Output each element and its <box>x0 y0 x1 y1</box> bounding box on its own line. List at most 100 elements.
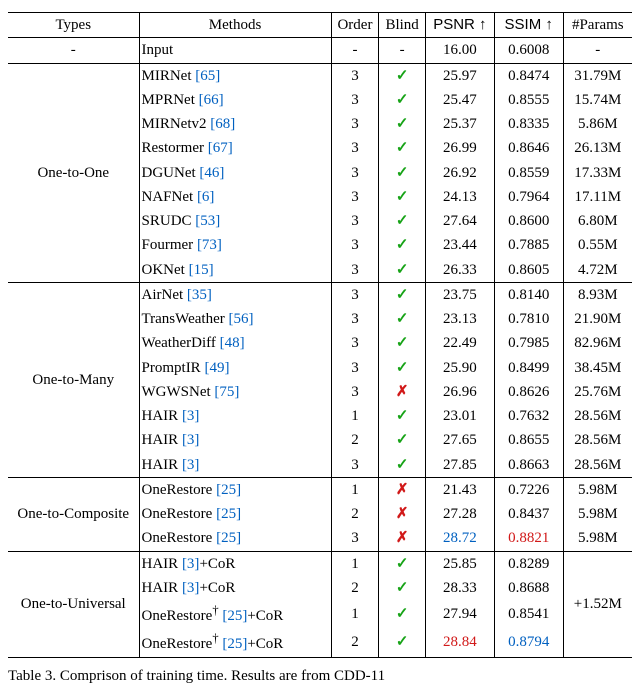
order-cell: 3 <box>331 161 379 185</box>
psnr-cell: 23.75 <box>425 282 494 307</box>
psnr-cell: 27.65 <box>425 428 494 452</box>
check-icon: ✓ <box>396 634 409 650</box>
blind-cell: ✓ <box>379 233 426 257</box>
blind-cell: - <box>379 38 426 63</box>
check-icon: ✓ <box>396 262 409 278</box>
order-cell: 1 <box>331 551 379 576</box>
blind-cell: ✓ <box>379 63 426 88</box>
psnr-cell: 24.13 <box>425 185 494 209</box>
blind-cell: ✓ <box>379 331 426 355</box>
blind-cell: ✓ <box>379 551 426 576</box>
check-icon: ✓ <box>396 335 409 351</box>
blind-cell: ✓ <box>379 600 426 628</box>
params-cell: 5.98M <box>563 477 632 502</box>
type-cell: One-to-One <box>8 63 139 282</box>
check-icon: ✓ <box>396 287 409 303</box>
method-cell: MPRNet [66] <box>139 88 331 112</box>
blind-cell: ✓ <box>379 136 426 160</box>
psnr-cell: 23.13 <box>425 307 494 331</box>
ssim-cell: 0.8600 <box>494 209 563 233</box>
order-cell: 3 <box>331 331 379 355</box>
caption-text: Comprison of training time. Results are … <box>60 668 385 684</box>
psnr-cell: 25.97 <box>425 63 494 88</box>
params-cell: 17.33M <box>563 161 632 185</box>
order-cell: 3 <box>331 63 379 88</box>
order-cell: 3 <box>331 282 379 307</box>
params-cell: 6.80M <box>563 209 632 233</box>
psnr-cell: 25.47 <box>425 88 494 112</box>
params-cell: 4.72M <box>563 258 632 283</box>
method-cell: WGWSNet [75] <box>139 380 331 404</box>
order-cell: 3 <box>331 380 379 404</box>
method-cell: PromptIR [49] <box>139 356 331 380</box>
check-icon: ✓ <box>396 311 409 327</box>
psnr-cell: 28.72 <box>425 526 494 551</box>
params-cell: 17.11M <box>563 185 632 209</box>
order-cell: 3 <box>331 453 379 478</box>
check-icon: ✓ <box>396 237 409 253</box>
method-cell: TransWeather [56] <box>139 307 331 331</box>
ssim-cell: 0.8559 <box>494 161 563 185</box>
type-cell: One-to-Universal <box>8 551 139 657</box>
params-cell: 5.98M <box>563 502 632 526</box>
ssim-cell: 0.8289 <box>494 551 563 576</box>
ssim-cell: 0.8663 <box>494 453 563 478</box>
ssim-cell: 0.8626 <box>494 380 563 404</box>
blind-cell: ✗ <box>379 477 426 502</box>
order-cell: 3 <box>331 307 379 331</box>
blind-cell: ✓ <box>379 185 426 209</box>
caption-label: Table 3. <box>8 668 56 684</box>
psnr-cell: 26.96 <box>425 380 494 404</box>
order-cell: 1 <box>331 404 379 428</box>
blind-cell: ✗ <box>379 502 426 526</box>
col-psnr: PSNR ↑ <box>425 13 494 38</box>
col-blind: Blind <box>379 13 426 38</box>
order-cell: 3 <box>331 526 379 551</box>
method-cell: DGUNet [46] <box>139 161 331 185</box>
results-table: Types Methods Order Blind PSNR ↑ SSIM ↑ … <box>8 12 632 658</box>
params-cell: +1.52M <box>563 551 632 657</box>
params-cell: 15.74M <box>563 88 632 112</box>
check-icon: ✓ <box>396 580 409 596</box>
method-cell: Restormer [67] <box>139 136 331 160</box>
col-methods: Methods <box>139 13 331 38</box>
method-cell: HAIR [3] <box>139 453 331 478</box>
ssim-cell: 0.8794 <box>494 628 563 657</box>
blind-cell: ✓ <box>379 404 426 428</box>
ssim-cell: 0.6008 <box>494 38 563 63</box>
params-cell: 25.76M <box>563 380 632 404</box>
params-cell: - <box>563 38 632 63</box>
check-icon: ✓ <box>396 606 409 622</box>
blind-cell: ✓ <box>379 628 426 657</box>
col-ssim: SSIM ↑ <box>494 13 563 38</box>
order-cell: 3 <box>331 136 379 160</box>
ssim-cell: 0.8688 <box>494 576 563 600</box>
cross-icon: ✗ <box>396 384 409 400</box>
check-icon: ✓ <box>396 92 409 108</box>
psnr-cell: 27.85 <box>425 453 494 478</box>
method-cell: WeatherDiff [48] <box>139 331 331 355</box>
method-cell: HAIR [3]+CoR <box>139 576 331 600</box>
psnr-cell: 25.90 <box>425 356 494 380</box>
blind-cell: ✗ <box>379 380 426 404</box>
check-icon: ✓ <box>396 213 409 229</box>
order-cell: 1 <box>331 477 379 502</box>
params-cell: 28.56M <box>563 453 632 478</box>
psnr-cell: 25.37 <box>425 112 494 136</box>
method-cell: HAIR [3] <box>139 428 331 452</box>
psnr-cell: 23.01 <box>425 404 494 428</box>
psnr-cell: 21.43 <box>425 477 494 502</box>
order-cell: 3 <box>331 356 379 380</box>
method-cell: OneRestore [25] <box>139 477 331 502</box>
blind-cell: ✓ <box>379 258 426 283</box>
ssim-cell: 0.8646 <box>494 136 563 160</box>
params-cell: 5.86M <box>563 112 632 136</box>
order-cell: 2 <box>331 502 379 526</box>
psnr-cell: 26.99 <box>425 136 494 160</box>
ssim-cell: 0.8437 <box>494 502 563 526</box>
blind-cell: ✓ <box>379 112 426 136</box>
params-cell: 31.79M <box>563 63 632 88</box>
ssim-cell: 0.8499 <box>494 356 563 380</box>
blind-cell: ✓ <box>379 88 426 112</box>
col-order: Order <box>331 13 379 38</box>
